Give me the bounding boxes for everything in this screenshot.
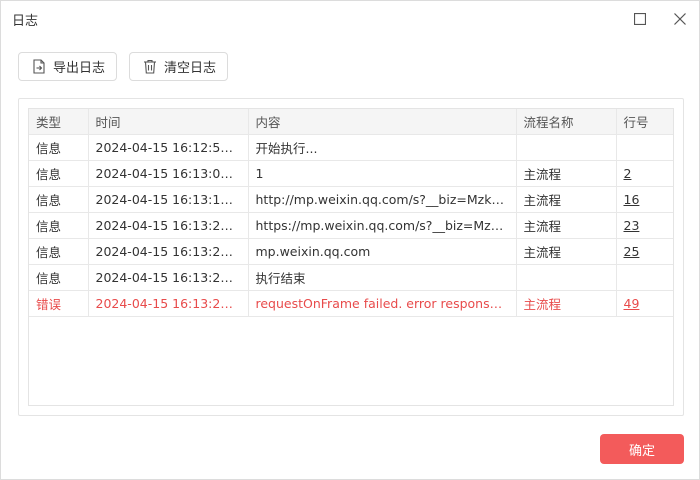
clear-log-label: 清空日志 (164, 61, 217, 76)
confirm-button[interactable]: 确定 (600, 434, 684, 464)
table-row[interactable]: 信息 2024-04-15 16:12:53.429 开始执行... (29, 134, 673, 161)
cell-line-link[interactable]: 49 (616, 290, 673, 317)
cell-type: 信息 (29, 134, 89, 161)
cell-flow: 主流程 (516, 212, 617, 239)
cell-time: 2024-04-15 16:13:22.964 (88, 290, 249, 317)
maximize-icon (634, 13, 646, 25)
cell-flow (516, 264, 617, 291)
trash-icon (142, 59, 158, 75)
log-table: 类型 时间 内容 流程名称 行号 信息 2024-04-15 16:12:53.… (29, 109, 673, 317)
cell-time: 2024-04-15 16:13:22.421 (88, 238, 249, 265)
table-row-error[interactable]: 错误 2024-04-15 16:13:22.964 requestOnFram… (29, 290, 673, 317)
cell-type: 信息 (29, 238, 89, 265)
export-log-button[interactable]: 导出日志 (18, 52, 117, 81)
export-log-label: 导出日志 (53, 61, 106, 76)
cell-type: 错误 (29, 290, 89, 317)
log-table-container[interactable]: 类型 时间 内容 流程名称 行号 信息 2024-04-15 16:12:53.… (28, 108, 674, 406)
cell-flow: 主流程 (516, 160, 617, 187)
table-header-row: 类型 时间 内容 流程名称 行号 (29, 109, 673, 135)
cell-line (616, 134, 673, 161)
cell-time: 2024-04-15 16:13:15.939 (88, 186, 249, 213)
file-export-icon (31, 59, 47, 75)
table-row[interactable]: 信息 2024-04-15 16:13:22.512 执行结束 (29, 264, 673, 291)
cell-flow (516, 134, 617, 161)
column-header-flow[interactable]: 流程名称 (516, 109, 617, 135)
close-icon (674, 13, 686, 25)
cell-line-link[interactable]: 2 (616, 160, 673, 187)
cell-line (616, 264, 673, 291)
cell-time: 2024-04-15 16:13:22.512 (88, 264, 249, 291)
cell-line-link[interactable]: 23 (616, 212, 673, 239)
cell-type: 信息 (29, 212, 89, 239)
cell-type: 信息 (29, 264, 89, 291)
close-button[interactable] (670, 9, 690, 29)
cell-type: 信息 (29, 186, 89, 213)
log-dialog: 日志 导出日志 清空日志 类型 时间 内容 流程名称 行号 信息 2024-04… (0, 0, 700, 480)
cell-content: 1 (248, 160, 517, 187)
table-row[interactable]: 信息 2024-04-15 16:13:22.421 mp.weixin.qq.… (29, 238, 673, 265)
column-header-type[interactable]: 类型 (29, 109, 89, 135)
cell-flow: 主流程 (516, 290, 617, 317)
cell-type: 信息 (29, 160, 89, 187)
cell-line-link[interactable]: 16 (616, 186, 673, 213)
log-panel: 类型 时间 内容 流程名称 行号 信息 2024-04-15 16:12:53.… (18, 98, 684, 416)
cell-content: http://mp.weixin.qq.com/s?__biz=MzkwODYy… (248, 186, 517, 213)
maximize-button[interactable] (630, 9, 650, 29)
cell-flow: 主流程 (516, 238, 617, 265)
table-row[interactable]: 信息 2024-04-15 16:13:09.551 1 主流程 2 (29, 160, 673, 187)
cell-time: 2024-04-15 16:13:22.419 (88, 212, 249, 239)
dialog-title: 日志 (12, 14, 39, 29)
table-row[interactable]: 信息 2024-04-15 16:13:22.419 https://mp.we… (29, 212, 673, 239)
cell-content: https://mp.weixin.qq.com/s?__biz=MzkwODY… (248, 212, 517, 239)
column-header-time[interactable]: 时间 (88, 109, 249, 135)
column-header-line[interactable]: 行号 (616, 109, 673, 135)
table-row[interactable]: 信息 2024-04-15 16:13:15.939 http://mp.wei… (29, 186, 673, 213)
cell-content: mp.weixin.qq.com (248, 238, 517, 265)
column-header-content[interactable]: 内容 (248, 109, 517, 135)
cell-flow: 主流程 (516, 186, 617, 213)
clear-log-button[interactable]: 清空日志 (129, 52, 228, 81)
cell-content: requestOnFrame failed. error response: {… (248, 290, 517, 317)
cell-time: 2024-04-15 16:13:09.551 (88, 160, 249, 187)
cell-content: 执行结束 (248, 264, 517, 291)
cell-line-link[interactable]: 25 (616, 238, 673, 265)
cell-content: 开始执行... (248, 134, 517, 161)
title-bar: 日志 (1, 1, 699, 37)
cell-time: 2024-04-15 16:12:53.429 (88, 134, 249, 161)
